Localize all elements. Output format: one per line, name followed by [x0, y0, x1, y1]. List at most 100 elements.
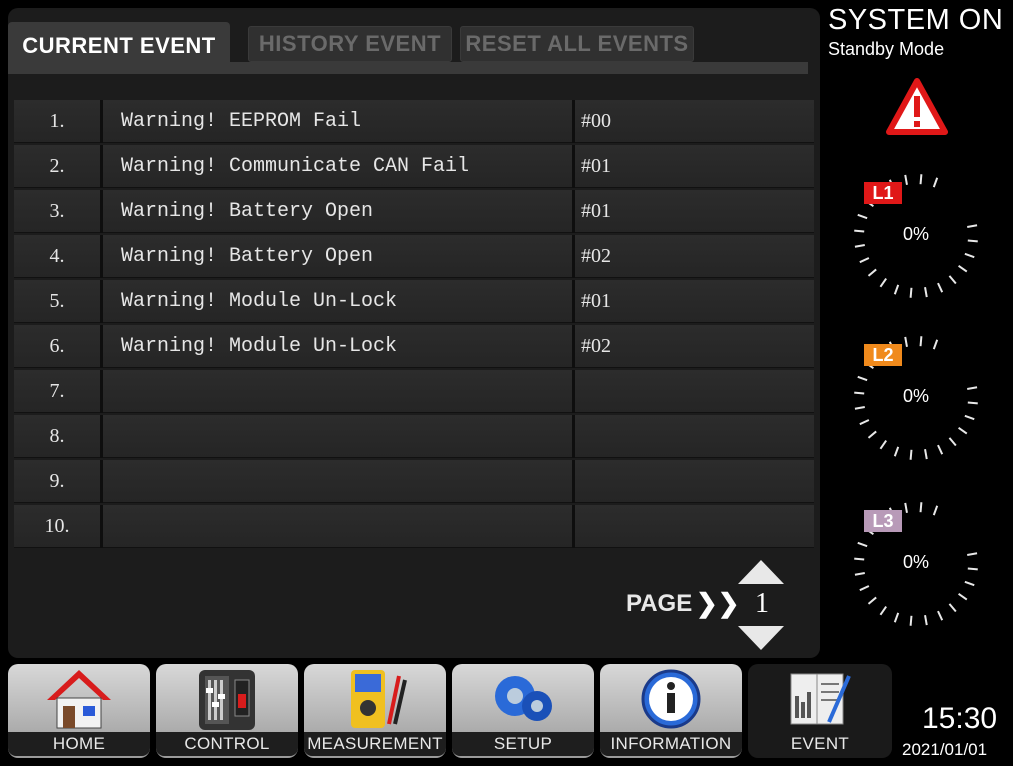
event-number: 5.: [14, 280, 103, 323]
event-message: Warning! EEPROM Fail: [103, 100, 575, 143]
gauge-tick: [879, 606, 887, 616]
control-button[interactable]: CONTROL: [156, 664, 298, 758]
gauge-tick: [932, 505, 939, 516]
gauge-tick: [857, 541, 868, 548]
multimeter-icon: [351, 670, 407, 728]
gears-icon: [495, 676, 552, 721]
event-code: #02: [575, 235, 814, 278]
page-number: 1: [755, 588, 769, 619]
gauge-tick: [909, 615, 913, 626]
gauge-tick: [854, 229, 865, 233]
event-number: 8.: [14, 415, 103, 458]
event-code: [575, 505, 814, 548]
gauge-tick: [964, 252, 975, 259]
event-code: #00: [575, 100, 814, 143]
table-row[interactable]: 6. Warning! Module Un-Lock #02: [14, 325, 814, 370]
event-message: [103, 505, 575, 548]
home-icon: [47, 670, 111, 729]
event-number: 3.: [14, 190, 103, 233]
event-number: 2.: [14, 145, 103, 188]
info-icon: [641, 669, 701, 729]
table-row[interactable]: 3. Warning! Battery Open #01: [14, 190, 814, 235]
gauge-tick: [967, 567, 978, 571]
measurement-label: MEASUREMENT: [304, 732, 446, 756]
event-code: #01: [575, 190, 814, 233]
table-row[interactable]: 2. Warning! Communicate CAN Fail #01: [14, 145, 814, 190]
gauge-tick: [854, 557, 865, 561]
gauge-tick: [964, 414, 975, 421]
gauge-tick: [867, 268, 877, 277]
measurement-button[interactable]: MEASUREMENT: [304, 664, 446, 758]
gauge-tick: [924, 287, 928, 298]
home-label: HOME: [8, 732, 150, 756]
event-code: #01: [575, 280, 814, 323]
table-row[interactable]: 7.: [14, 370, 814, 415]
gauge-tick: [893, 284, 900, 295]
load-percent-l2: 0%: [902, 386, 929, 406]
gauge-tick: [857, 213, 868, 220]
gauge-tick: [859, 419, 870, 426]
gauge-tick: [967, 552, 978, 556]
gauge-tick: [919, 502, 923, 513]
gauge-tick: [857, 375, 868, 382]
event-number: 10.: [14, 505, 103, 548]
event-button[interactable]: EVENT: [748, 664, 892, 758]
page-up-button[interactable]: [738, 560, 784, 584]
event-code: [575, 460, 814, 503]
system-status: SYSTEM ON: [828, 4, 1004, 36]
event-code: #02: [575, 325, 814, 368]
gauge-tick: [919, 174, 923, 185]
reset-all-events-button[interactable]: RESET ALL EVENTS: [460, 26, 694, 62]
event-message: Warning! Battery Open: [103, 235, 575, 278]
gauge-tick: [909, 449, 913, 460]
table-row[interactable]: 5. Warning! Module Un-Lock #01: [14, 280, 814, 325]
gauge-tick: [937, 610, 944, 621]
gauge-tick: [859, 257, 870, 264]
page-down-button[interactable]: [738, 626, 784, 650]
table-row[interactable]: 10.: [14, 505, 814, 550]
information-button[interactable]: INFORMATION: [600, 664, 742, 758]
setup-button[interactable]: SETUP: [452, 664, 594, 758]
event-number: 7.: [14, 370, 103, 413]
event-number: 1.: [14, 100, 103, 143]
tab-history-event[interactable]: HISTORY EVENT: [248, 26, 452, 62]
event-number: 9.: [14, 460, 103, 503]
gauge-tick: [854, 572, 865, 576]
event-number: 4.: [14, 235, 103, 278]
event-message: [103, 460, 575, 503]
phase-badge-l1: L1: [864, 182, 902, 204]
system-mode: Standby Mode: [828, 39, 945, 59]
home-button[interactable]: HOME: [8, 664, 150, 758]
gauge-l3: L3 0%: [846, 494, 986, 634]
gauge-tick: [859, 585, 870, 592]
gauge-tick: [967, 401, 978, 405]
event-log-icon: [790, 673, 851, 725]
event-number: 6.: [14, 325, 103, 368]
table-row[interactable]: 9.: [14, 460, 814, 505]
event-message: [103, 370, 575, 413]
load-percent-l3: 0%: [902, 552, 929, 572]
table-row[interactable]: 4. Warning! Battery Open #02: [14, 235, 814, 280]
gauge-tick: [967, 224, 978, 228]
gauge-tick: [958, 593, 968, 601]
tab-underline: [8, 62, 808, 74]
gauge-tick: [967, 386, 978, 390]
event-message: Warning! Battery Open: [103, 190, 575, 233]
event-message: Warning! Communicate CAN Fail: [103, 145, 575, 188]
gauge-tick: [904, 502, 908, 513]
event-code: #01: [575, 145, 814, 188]
gauge-tick: [867, 430, 877, 439]
gauge-tick: [964, 580, 975, 587]
event-table: 1. Warning! EEPROM Fail #00 2. Warning! …: [14, 100, 814, 550]
gauge-tick: [948, 275, 957, 285]
table-row[interactable]: 1. Warning! EEPROM Fail #00: [14, 100, 814, 145]
page-chevron-icon: ❯❯: [696, 588, 740, 618]
gauge-tick: [893, 612, 900, 623]
gauge-tick: [919, 336, 923, 347]
warning-icon[interactable]: [886, 78, 948, 136]
gauge-tick: [879, 440, 887, 450]
event-label: EVENT: [748, 732, 892, 756]
table-row[interactable]: 8.: [14, 415, 814, 460]
gauge-tick: [854, 406, 865, 410]
phase-badge-l3: L3: [864, 510, 902, 532]
